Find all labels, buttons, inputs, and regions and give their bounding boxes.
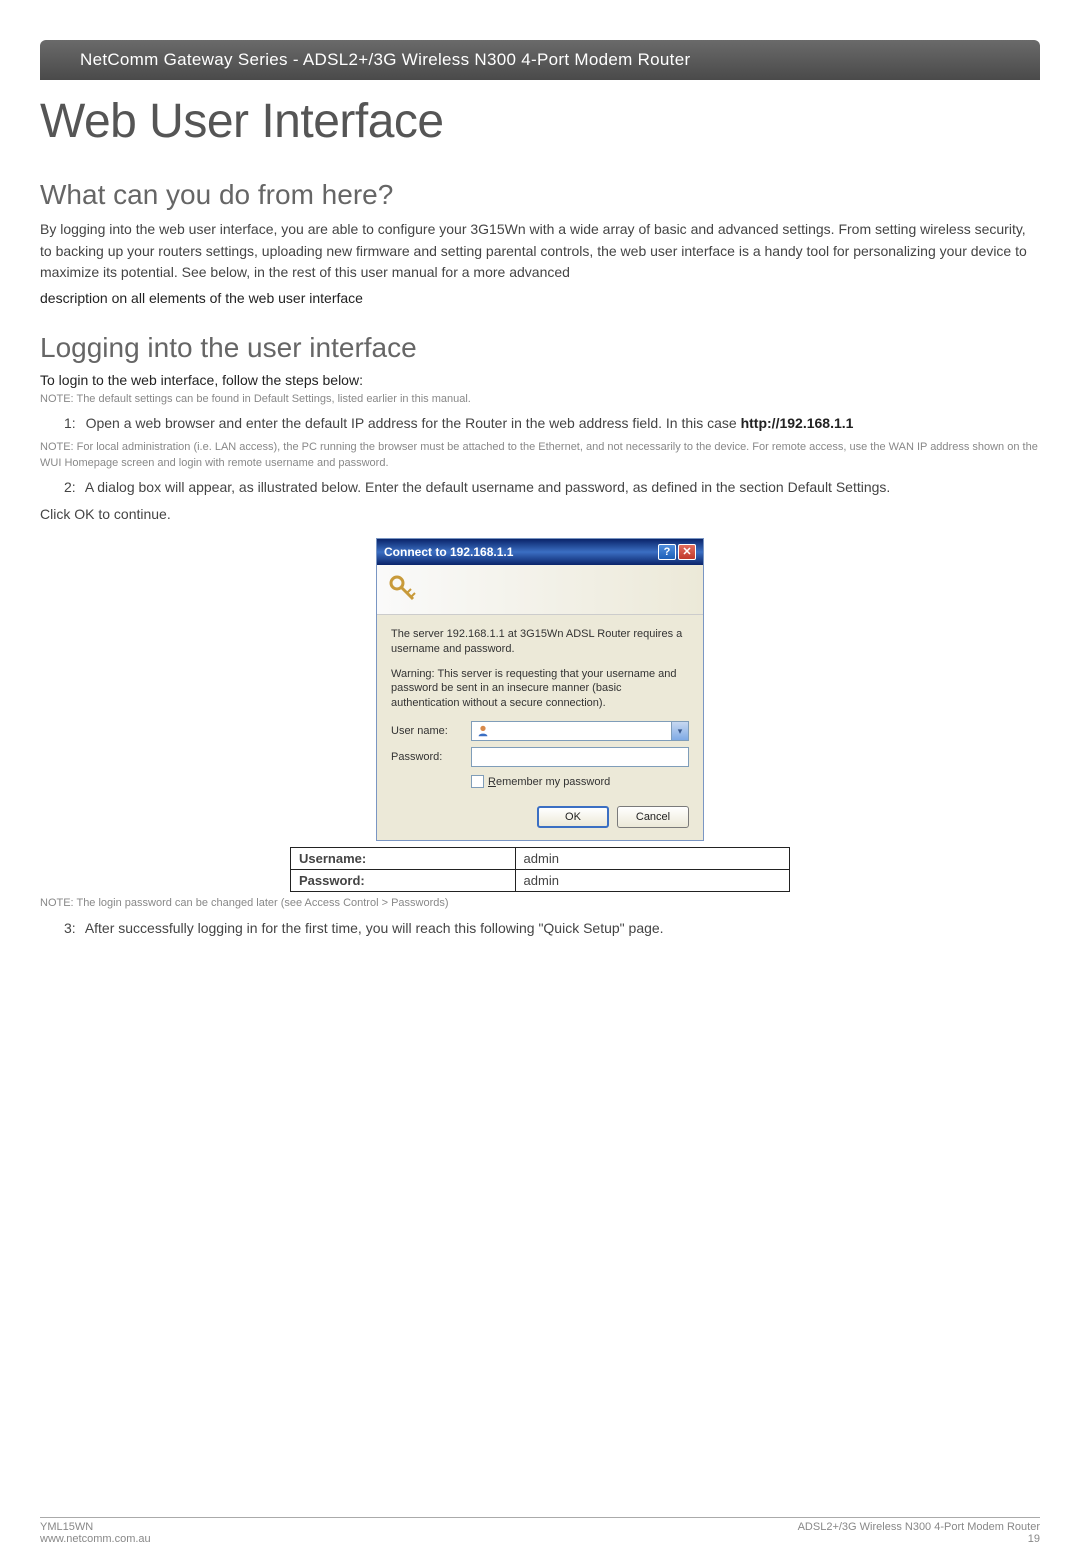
user-icon xyxy=(476,724,490,738)
footer-model: YML15WN xyxy=(40,1521,151,1533)
dialog-titlebar: Connect to 192.168.1.1 ? ✕ xyxy=(377,539,703,565)
username-label: User name: xyxy=(391,725,471,737)
step-1-text: Open a web browser and enter the default… xyxy=(86,415,741,431)
router-url: http://192.168.1.1 xyxy=(741,415,854,431)
dialog-body: The server 192.168.1.1 at 3G15Wn ADSL Ro… xyxy=(377,615,703,840)
dialog-title-text: Connect to 192.168.1.1 xyxy=(384,545,513,559)
dialog-text-1: The server 192.168.1.1 at 3G15Wn ADSL Ro… xyxy=(391,627,689,657)
page-title: Web User Interface xyxy=(40,94,1040,149)
dialog-title-buttons: ? ✕ xyxy=(658,544,696,560)
note-default-settings: NOTE: The default settings can be found … xyxy=(40,392,1040,407)
dialog-wrapper: Connect to 192.168.1.1 ? ✕ The ser xyxy=(40,538,1040,841)
note-prefix: NOTE: xyxy=(40,441,77,453)
note-local-admin: NOTE: For local administration (i.e. LAN… xyxy=(40,440,1040,471)
dialog-button-row: OK Cancel xyxy=(391,806,689,828)
footer-url: www.netcomm.com.au xyxy=(40,1533,151,1545)
step-3: 3: After successfully logging in for the… xyxy=(40,918,1040,939)
credentials-table: Username: admin Password: admin xyxy=(290,847,790,892)
table-row: Username: admin xyxy=(291,848,790,870)
remember-password-row: Remember my password xyxy=(471,775,689,788)
step-1: 1: Open a web browser and enter the defa… xyxy=(40,413,1040,434)
step-2-text: A dialog box will appear, as illustrated… xyxy=(85,479,891,495)
auth-dialog: Connect to 192.168.1.1 ? ✕ The ser xyxy=(376,538,704,841)
section2-heading: Logging into the user interface xyxy=(40,332,1040,364)
chevron-down-icon[interactable]: ▾ xyxy=(671,722,688,740)
section1-bold-line: description on all elements of the web u… xyxy=(40,290,1040,306)
username-cell-value: admin xyxy=(515,848,789,870)
page-content: Web User Interface What can you do from … xyxy=(0,80,1080,1005)
password-cell-value: admin xyxy=(515,870,789,892)
footer-product: ADSL2+/3G Wireless N300 4-Port Modem Rou… xyxy=(798,1521,1040,1533)
password-input[interactable] xyxy=(471,747,689,767)
click-ok-text: Click OK to continue. xyxy=(40,504,1040,526)
close-icon[interactable]: ✕ xyxy=(678,544,696,560)
username-combobox[interactable]: ▾ xyxy=(471,721,689,741)
step-3-text: After successfully logging in for the fi… xyxy=(85,920,664,936)
dialog-text-2: Warning: This server is requesting that … xyxy=(391,667,689,712)
password-label: Password: xyxy=(391,751,471,763)
section1-heading: What can you do from here? xyxy=(40,179,1040,211)
header-bar: NetComm Gateway Series - ADSL2+/3G Wirel… xyxy=(40,40,1040,80)
page-footer: YML15WN www.netcomm.com.au ADSL2+/3G Wir… xyxy=(40,1517,1040,1545)
footer-page-number: 19 xyxy=(798,1533,1040,1545)
step-3-number: 3: xyxy=(64,918,76,939)
dialog-banner xyxy=(377,565,703,615)
cancel-button[interactable]: Cancel xyxy=(617,806,689,828)
login-instruction: To login to the web interface, follow th… xyxy=(40,372,1040,388)
note-password-change: NOTE: The login password can be changed … xyxy=(40,896,1040,911)
remember-checkbox[interactable] xyxy=(471,775,484,788)
help-icon[interactable]: ? xyxy=(658,544,676,560)
step-2-number: 2: xyxy=(64,477,76,498)
ok-button[interactable]: OK xyxy=(537,806,609,828)
remember-label: Remember my password xyxy=(488,776,610,788)
keys-icon xyxy=(387,573,419,605)
note2-text: For local administration (i.e. LAN acces… xyxy=(40,441,1038,468)
section1-paragraph: By logging into the web user interface, … xyxy=(40,219,1040,284)
password-row: Password: xyxy=(391,747,689,767)
step-1-number: 1: xyxy=(64,413,76,434)
password-cell-label: Password: xyxy=(291,870,516,892)
username-row: User name: ▾ xyxy=(391,721,689,741)
username-cell-label: Username: xyxy=(291,848,516,870)
step-2: 2: A dialog box will appear, as illustra… xyxy=(40,477,1040,498)
table-row: Password: admin xyxy=(291,870,790,892)
